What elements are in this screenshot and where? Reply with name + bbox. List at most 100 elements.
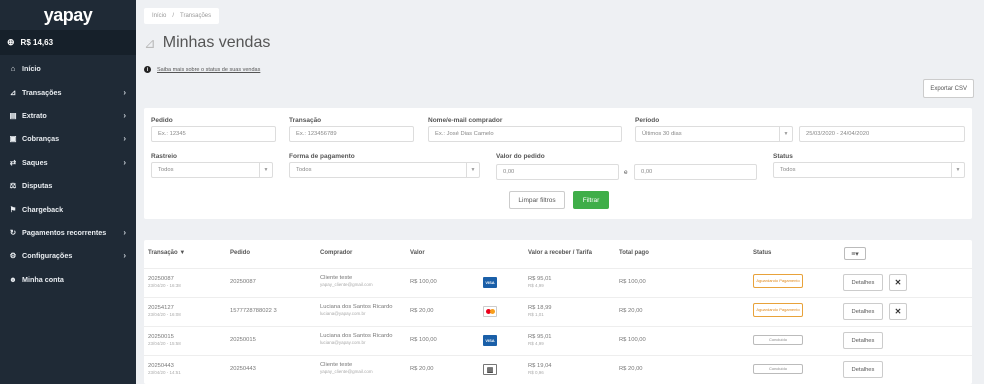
transaction-id[interactable]: 20250087 23/04/20 - 16:38: [148, 276, 181, 288]
chevron-right-icon: ›: [123, 134, 126, 144]
status-badge: Concluído: [753, 335, 803, 345]
breadcrumb-home[interactable]: Início: [152, 13, 166, 19]
buyer: Luciana dos Santos Ricardo luciana@yapay.…: [320, 333, 393, 345]
total-paid: R$ 100,00: [619, 279, 646, 285]
status-badge: Aguardando Pagamento: [753, 274, 803, 288]
details-button[interactable]: Detalhes: [843, 361, 883, 378]
main-content: Início / Transações ⊿ Minhas vendas i Sa…: [136, 0, 984, 384]
sidebar-item-saques[interactable]: ⇄ Saques ›: [0, 151, 136, 174]
periodo-value: Últimos 30 dias: [642, 131, 682, 137]
status-select[interactable]: Todos ▼: [773, 162, 965, 178]
balance-display[interactable]: ⊕ R$ 14,63: [0, 30, 136, 55]
balance-value: R$ 14,63: [20, 38, 54, 47]
status-help-link[interactable]: Saiba mais sobre o status de suas vendas: [157, 67, 260, 73]
home-icon: ⌂: [10, 64, 16, 74]
payment-card-icon: [483, 306, 497, 317]
order-value: R$ 100,00: [410, 337, 437, 343]
yapay-logo[interactable]: yapay: [0, 0, 136, 30]
transaction-id[interactable]: 20250015 23/04/20 - 15:58: [148, 334, 181, 346]
table-row[interactable]: 20250087 23/04/20 - 16:38 20250087 Cliente …: [144, 268, 972, 296]
order-id: 20250087: [230, 279, 256, 285]
forma-pagamento-select[interactable]: Todos ▼: [289, 162, 480, 178]
payment-card-icon: ▥: [483, 364, 497, 375]
rastreio-select[interactable]: Todos ▼: [151, 162, 273, 178]
transaction-id[interactable]: 20254127 23/04/20 - 16:08: [148, 305, 181, 317]
status-value: Todos: [780, 167, 796, 173]
sidebar-item-label: Transações: [22, 87, 62, 97]
sidebar-item-minha-conta[interactable]: ☻ Minha conta: [0, 268, 136, 291]
balance-icon: ⊕: [7, 37, 15, 47]
chart-icon: ⊿: [9, 87, 17, 97]
nome-comprador-input[interactable]: Ex.: José Dias Camelo: [428, 126, 622, 142]
chart-icon: ⊿: [144, 34, 156, 51]
rastreio-value: Todos: [158, 167, 174, 173]
export-csv-button[interactable]: Exportar CSV: [923, 79, 974, 98]
table-row[interactable]: 20250015 23/04/20 - 15:58 20250015 Luciana …: [144, 326, 972, 354]
chevron-right-icon: ›: [123, 227, 126, 237]
sidebar-item-label: Configurações: [22, 251, 73, 261]
sidebar-item-chargeback[interactable]: ⚑ Chargeback: [0, 197, 136, 220]
sidebar-item-label: Disputas: [22, 181, 53, 191]
transaction-date: 23/04/20 - 16:08: [148, 312, 181, 317]
sidebar-item-label: Extrato: [22, 110, 47, 120]
fee-value: R$ 4,99: [528, 283, 544, 288]
filter-button[interactable]: Filtrar: [573, 191, 609, 209]
receivable-value: R$ 95,01 R$ 4,99: [528, 334, 552, 346]
buyer-email: yapay_cliente@gmail.com: [320, 282, 373, 287]
receivable-value: R$ 95,01 R$ 4,99: [528, 276, 552, 288]
column-menu-button[interactable]: ≡▾: [844, 247, 866, 260]
payment-card-icon: VISA: [483, 277, 497, 288]
transaction-date: 23/04/20 - 15:58: [148, 341, 181, 346]
breadcrumb-current: Transações: [180, 13, 212, 19]
status-badge: Concluído: [753, 364, 803, 374]
total-paid: R$ 100,00: [619, 337, 646, 343]
sidebar-item-pagamentos-recorrentes[interactable]: ↻ Pagamentos recorrentes ›: [0, 221, 136, 244]
order-value: R$ 20,00: [410, 308, 434, 314]
forma-pagamento-label: Forma de pagamento: [289, 153, 355, 160]
rastreio-label: Rastreio: [151, 153, 178, 160]
order-id: 1577728788022 3: [230, 308, 277, 314]
header-comprador: Comprador: [320, 250, 353, 256]
cancel-icon[interactable]: ✕: [889, 303, 907, 320]
valor-max-input[interactable]: 0,00: [634, 164, 757, 180]
total-paid: R$ 20,00: [619, 308, 643, 314]
header-pedido: Pedido: [230, 250, 251, 256]
sidebar-item-configura-es[interactable]: ⚙ Configurações ›: [0, 244, 136, 267]
clear-filters-button[interactable]: Limpar filtros: [509, 191, 565, 209]
details-button[interactable]: Detalhes: [843, 303, 883, 320]
table-row[interactable]: 20250443 23/04/20 - 14:51 20250443 Cliente …: [144, 355, 972, 383]
transaction-id[interactable]: 20250443 23/04/20 - 14:51: [148, 363, 181, 375]
total-paid: R$ 20,00: [619, 366, 643, 372]
valor-pedido-label: Valor do pedido: [496, 153, 545, 160]
sidebar-item-cobran-as[interactable]: ▣ Cobranças ›: [0, 127, 136, 150]
page-title: Minhas vendas: [162, 34, 271, 51]
valor-min-input[interactable]: 0,00: [496, 164, 619, 180]
details-button[interactable]: Detalhes: [843, 332, 883, 349]
buyer: Cliente teste yapay_cliente@gmail.com: [320, 362, 373, 374]
order-id: 20250015: [230, 337, 256, 343]
sidebar-item-transa-es[interactable]: ⊿ Transações ›: [0, 80, 136, 103]
table-row[interactable]: 20254127 23/04/20 - 16:08 1577728788022 3 L…: [144, 297, 972, 325]
header-valor: Valor: [410, 250, 425, 256]
dispute-icon: ⚖: [9, 181, 17, 191]
breadcrumb: Início / Transações: [144, 8, 220, 24]
pedido-input[interactable]: Ex.: 12345: [151, 126, 276, 142]
sidebar-item-disputas[interactable]: ⚖ Disputas: [0, 174, 136, 197]
chevron-down-icon: ▼: [951, 163, 964, 177]
user-icon: ☻: [9, 274, 17, 284]
header-status: Status: [753, 250, 772, 256]
cancel-icon[interactable]: ✕: [889, 274, 907, 291]
periodo-range-input[interactable]: 25/03/2020 - 24/04/2020: [799, 126, 965, 142]
transacao-input[interactable]: Ex.: 123456789: [289, 126, 414, 142]
recurring-icon: ↻: [9, 227, 17, 237]
sidebar-item-label: Cobranças: [22, 134, 60, 144]
header-transacao[interactable]: Transação ▼: [148, 250, 185, 256]
periodo-select[interactable]: Últimos 30 dias ▼: [635, 126, 793, 142]
fee-value: R$ 0,96: [528, 370, 544, 375]
filter-panel: Pedido Ex.: 12345 Transação Ex.: 1234567…: [144, 108, 972, 219]
details-button[interactable]: Detalhes: [843, 274, 883, 291]
sidebar-item-extrato[interactable]: ▤ Extrato ›: [0, 104, 136, 127]
sidebar-nav: ⌂ Início ⊿ Transações › ▤ Extrato › ▣ Cobranças › ⇄…: [0, 55, 136, 291]
chevron-right-icon: ›: [123, 251, 126, 261]
sidebar-item-in-cio[interactable]: ⌂ Início: [0, 57, 136, 80]
